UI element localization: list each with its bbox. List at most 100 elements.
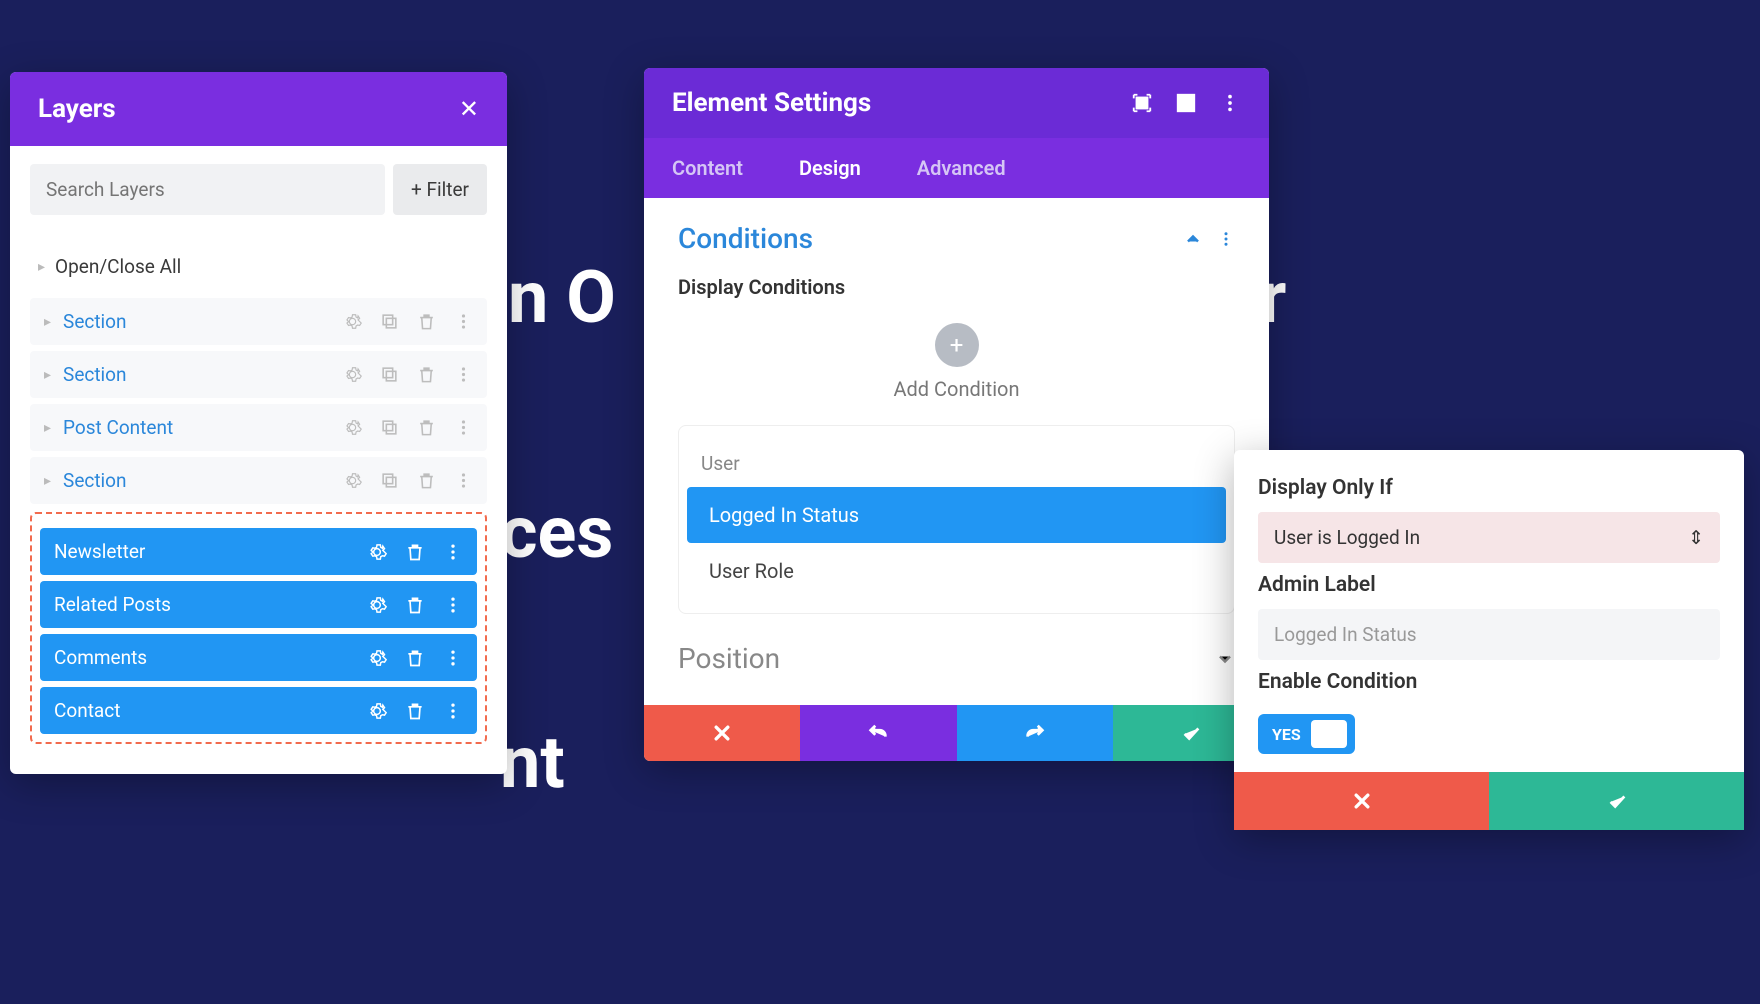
trash-icon[interactable] <box>417 312 436 331</box>
undo-button[interactable] <box>800 705 956 761</box>
enable-condition-label: Enable Condition <box>1258 670 1720 694</box>
layer-row-newsletter[interactable]: Newsletter <box>40 528 477 575</box>
duplicate-icon[interactable] <box>380 365 399 384</box>
detail-footer <box>1234 772 1744 830</box>
trash-icon[interactable] <box>405 595 425 615</box>
layer-row-section[interactable]: ▸ Section <box>30 351 487 398</box>
layer-row-section[interactable]: ▸ Section <box>30 457 487 504</box>
more-icon[interactable] <box>454 365 473 384</box>
layer-label: Section <box>63 469 343 492</box>
gear-icon[interactable] <box>367 595 387 615</box>
caret-icon: ▸ <box>44 367 51 383</box>
open-close-label: Open/Close All <box>55 255 181 278</box>
settings-body: Conditions Display Conditions + Add Cond… <box>644 198 1269 705</box>
tab-design[interactable]: Design <box>771 138 889 198</box>
condition-detail-panel: Display Only If User is Logged In ⇕ Admi… <box>1234 450 1744 830</box>
layer-label: Newsletter <box>54 540 367 563</box>
gear-icon[interactable] <box>343 312 362 331</box>
gear-icon[interactable] <box>343 471 362 490</box>
add-condition-button[interactable]: + <box>935 323 979 367</box>
filter-button[interactable]: + Filter <box>393 164 487 215</box>
dropdown-value: User is Logged In <box>1274 526 1420 549</box>
gear-icon[interactable] <box>367 648 387 668</box>
more-icon[interactable] <box>443 701 463 721</box>
detail-cancel-button[interactable] <box>1234 772 1489 830</box>
caret-icon: ▸ <box>38 259 45 275</box>
tab-content[interactable]: Content <box>644 138 771 198</box>
position-head[interactable]: Position <box>678 614 1235 675</box>
add-condition-label: Add Condition <box>678 377 1235 401</box>
check-icon <box>1180 722 1202 744</box>
gear-icon[interactable] <box>343 365 362 384</box>
layer-row-related-posts[interactable]: Related Posts <box>40 581 477 628</box>
chevron-down-icon <box>1215 649 1235 669</box>
layer-actions <box>343 471 473 490</box>
duplicate-icon[interactable] <box>380 471 399 490</box>
gear-icon[interactable] <box>343 418 362 437</box>
conditions-head: Conditions <box>678 222 1235 275</box>
layers-panel: Layers ✕ + Filter ▸ Open/Close All ▸ Sec… <box>10 72 507 774</box>
background-text: nt <box>500 720 565 805</box>
trash-icon[interactable] <box>405 648 425 668</box>
detail-save-button[interactable] <box>1489 772 1744 830</box>
duplicate-icon[interactable] <box>380 312 399 331</box>
open-close-all[interactable]: ▸ Open/Close All <box>30 241 487 292</box>
toggle-knob <box>1311 720 1347 748</box>
cancel-button[interactable] <box>644 705 800 761</box>
display-only-if-dropdown[interactable]: User is Logged In ⇕ <box>1258 512 1720 563</box>
admin-label-label: Admin Label <box>1258 573 1720 597</box>
redo-button[interactable] <box>957 705 1113 761</box>
expand-icon[interactable] <box>1131 92 1153 114</box>
trash-icon[interactable] <box>405 701 425 721</box>
chevron-up-icon[interactable] <box>1183 229 1203 249</box>
layer-row-contact[interactable]: Contact <box>40 687 477 734</box>
more-icon[interactable] <box>443 595 463 615</box>
layer-row-section[interactable]: ▸ Section <box>30 298 487 345</box>
layer-label: Related Posts <box>54 593 367 616</box>
layout-icon[interactable] <box>1175 92 1197 114</box>
more-icon[interactable] <box>443 648 463 668</box>
layers-title: Layers <box>38 94 116 124</box>
more-icon[interactable] <box>1219 92 1241 114</box>
conditions-head-icons <box>1183 229 1235 249</box>
search-input[interactable] <box>30 164 385 215</box>
tab-advanced[interactable]: Advanced <box>889 138 1034 198</box>
toggle-label: YES <box>1272 725 1301 744</box>
layer-label: Section <box>63 363 343 386</box>
trash-icon[interactable] <box>417 365 436 384</box>
more-icon[interactable] <box>454 418 473 437</box>
conditions-title[interactable]: Conditions <box>678 222 813 255</box>
more-icon[interactable] <box>443 542 463 562</box>
display-conditions-label: Display Conditions <box>678 275 1235 299</box>
undo-icon <box>867 722 889 744</box>
layer-actions <box>367 542 463 562</box>
layers-header: Layers ✕ <box>10 72 507 146</box>
condition-item-logged-in[interactable]: Logged In Status <box>687 487 1226 543</box>
layer-actions <box>343 365 473 384</box>
trash-icon[interactable] <box>405 542 425 562</box>
layer-actions <box>367 701 463 721</box>
layer-actions <box>343 418 473 437</box>
gear-icon[interactable] <box>367 701 387 721</box>
admin-label-field[interactable]: Logged In Status <box>1258 609 1720 660</box>
enable-condition-toggle[interactable]: YES <box>1258 714 1355 754</box>
header-icons <box>1131 92 1241 114</box>
close-icon <box>712 723 732 743</box>
gear-icon[interactable] <box>367 542 387 562</box>
layer-row-comments[interactable]: Comments <box>40 634 477 681</box>
select-caret-icon: ⇕ <box>1688 526 1704 549</box>
more-icon[interactable] <box>454 312 473 331</box>
close-icon[interactable]: ✕ <box>459 95 479 123</box>
layer-actions <box>367 595 463 615</box>
condition-item-user-role[interactable]: User Role <box>687 543 1226 599</box>
layer-row-post-content[interactable]: ▸ Post Content <box>30 404 487 451</box>
element-settings-panel: Element Settings Content Design Advanced… <box>644 68 1269 761</box>
duplicate-icon[interactable] <box>380 418 399 437</box>
more-icon[interactable] <box>454 471 473 490</box>
more-icon[interactable] <box>1217 230 1235 248</box>
condition-category: User <box>679 440 1234 487</box>
display-only-if-label: Display Only If <box>1258 476 1720 500</box>
trash-icon[interactable] <box>417 418 436 437</box>
condition-card: User Logged In Status User Role <box>678 425 1235 614</box>
trash-icon[interactable] <box>417 471 436 490</box>
